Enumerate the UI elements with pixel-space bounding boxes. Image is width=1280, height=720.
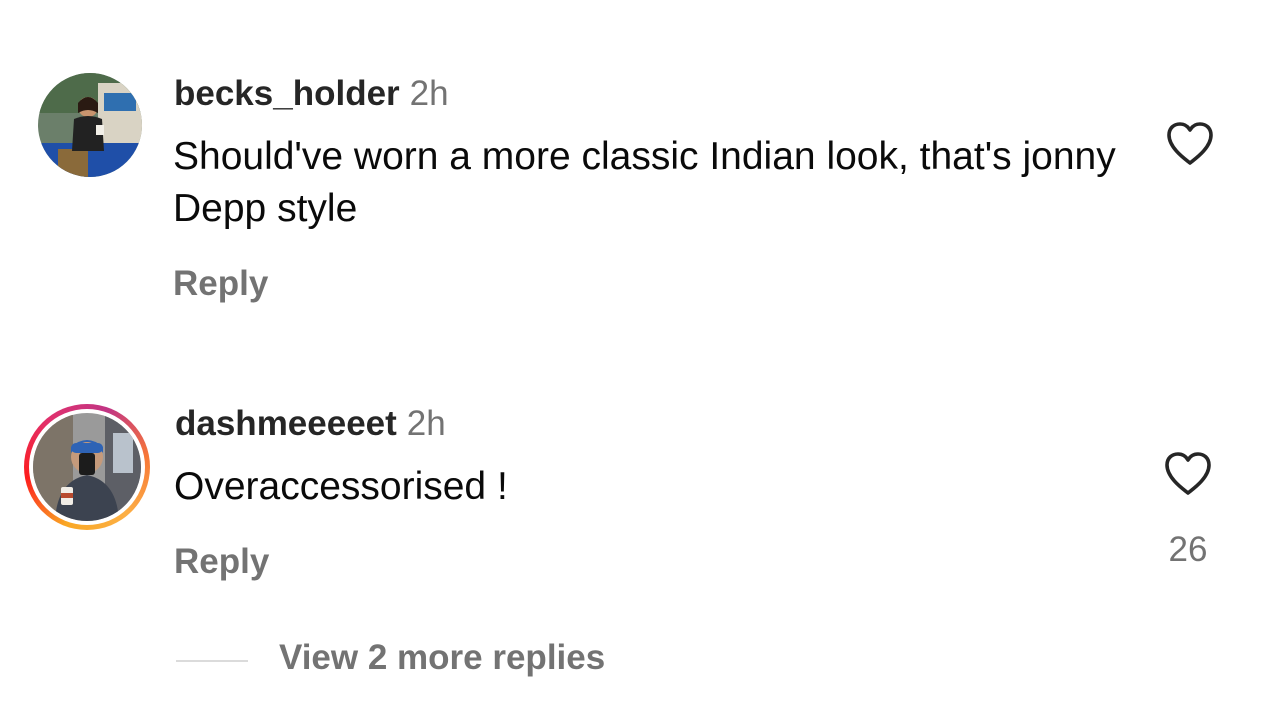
heart-icon[interactable] bbox=[1163, 450, 1213, 496]
like-count: 26 bbox=[1168, 530, 1208, 569]
avatar[interactable] bbox=[38, 73, 142, 177]
reply-button[interactable]: Reply bbox=[174, 542, 269, 582]
heart-icon[interactable] bbox=[1165, 120, 1215, 166]
username-link[interactable]: dashmeeeeet bbox=[175, 404, 397, 443]
replies-divider bbox=[176, 660, 248, 662]
view-more-replies-button[interactable]: View 2 more replies bbox=[279, 638, 605, 678]
avatar-photo bbox=[38, 73, 142, 177]
comment-text: Overaccessorised ! bbox=[174, 465, 508, 508]
comment-header: becks_holder 2h bbox=[174, 74, 449, 114]
comment-timestamp: 2h bbox=[406, 404, 446, 443]
reply-button[interactable]: Reply bbox=[173, 264, 268, 304]
comment-timestamp: 2h bbox=[409, 74, 449, 113]
avatar-photo bbox=[33, 413, 141, 521]
username-link[interactable]: becks_holder bbox=[174, 74, 400, 113]
comment-header: dashmeeeeet 2h bbox=[175, 404, 446, 444]
avatar bbox=[33, 413, 141, 521]
avatar-story-ring[interactable] bbox=[24, 404, 150, 530]
comment-text: Should've worn a more classic Indian loo… bbox=[173, 135, 1116, 230]
